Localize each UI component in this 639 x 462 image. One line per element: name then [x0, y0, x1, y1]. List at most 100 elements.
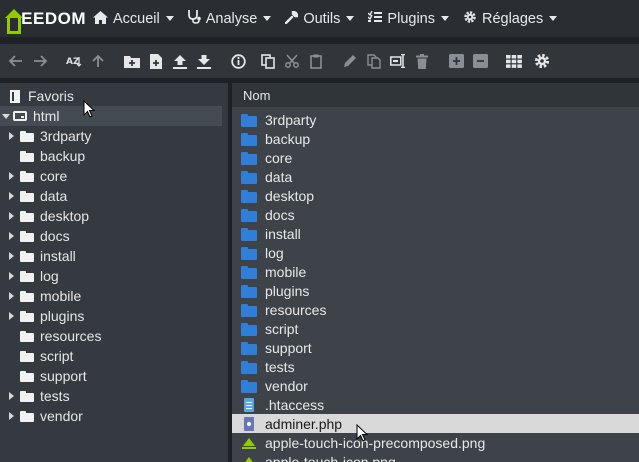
- nav-outils[interactable]: Outils: [278, 0, 361, 37]
- tree-item-folder[interactable]: backup: [9, 146, 85, 166]
- delete-button[interactable]: [410, 48, 434, 74]
- tree-item-folder[interactable]: script: [9, 346, 73, 366]
- rename-icon: [390, 54, 405, 68]
- cut-button[interactable]: [280, 48, 304, 74]
- tree-expand-toggle[interactable]: [9, 212, 14, 220]
- tree-item-label: 3rdparty: [40, 128, 92, 144]
- file-row[interactable]: 3rdparty: [232, 110, 639, 129]
- sort-button[interactable]: AZ: [62, 48, 86, 74]
- forward-button[interactable]: [28, 48, 52, 74]
- info-button[interactable]: [226, 48, 250, 74]
- file-row[interactable]: apple-touch-icon-precomposed.png: [232, 433, 639, 452]
- file-row[interactable]: support: [232, 338, 639, 357]
- tree-item-folder[interactable]: support: [9, 366, 87, 386]
- tree-item-html[interactable]: html: [0, 106, 222, 126]
- tree-expand-toggle[interactable]: [9, 192, 14, 200]
- tree-item-folder[interactable]: log: [9, 266, 59, 286]
- tree-item-folder[interactable]: data: [9, 186, 67, 206]
- tree-expand-toggle[interactable]: [9, 292, 14, 300]
- file-name: 3rdparty: [265, 111, 317, 128]
- folder-icon: [20, 230, 34, 242]
- tree-expand-toggle[interactable]: [9, 232, 14, 240]
- file-row[interactable]: plugins: [232, 281, 639, 300]
- chevron-down-icon: [440, 16, 449, 21]
- jeedom-logo[interactable]: EEDOM: [0, 0, 86, 37]
- file-row[interactable]: vendor: [232, 376, 639, 395]
- back-button[interactable]: [4, 48, 28, 74]
- file-row[interactable]: script: [232, 319, 639, 338]
- image-file-icon: [241, 455, 257, 462]
- archive-icon: [448, 54, 464, 68]
- folder-icon: [20, 190, 34, 202]
- nav-plugins-label: Plugins: [387, 10, 435, 27]
- image-file-icon: [241, 436, 257, 450]
- file-row[interactable]: resources: [232, 300, 639, 319]
- file-name: docs: [265, 206, 295, 223]
- tree-item-folder[interactable]: vendor: [9, 406, 83, 426]
- extract-button[interactable]: [468, 48, 492, 74]
- download-icon: [197, 54, 211, 69]
- file-row[interactable]: .htaccess: [232, 395, 639, 414]
- tree-expand-toggle[interactable]: [9, 272, 14, 280]
- nav-plugins[interactable]: Plugins: [361, 0, 456, 37]
- tree-expand-toggle[interactable]: [9, 412, 14, 420]
- file-row[interactable]: backup: [232, 129, 639, 148]
- tree-expand-toggle[interactable]: [9, 392, 14, 400]
- sort-az-icon: AZ: [66, 57, 82, 67]
- file-row[interactable]: install: [232, 224, 639, 243]
- file-row[interactable]: apple-touch-icon.png: [232, 452, 639, 462]
- rename-button[interactable]: [386, 48, 410, 74]
- tree-expand-toggle[interactable]: [9, 172, 14, 180]
- tree-item-folder[interactable]: install: [9, 246, 76, 266]
- column-header-name[interactable]: Nom: [232, 83, 639, 107]
- parent-folder-button[interactable]: [86, 48, 110, 74]
- download-button[interactable]: [192, 48, 216, 74]
- file-row[interactable]: mobile: [232, 262, 639, 281]
- file-row[interactable]: tests: [232, 357, 639, 376]
- file-row[interactable]: adminer.php: [232, 414, 639, 433]
- new-folder-button[interactable]: [120, 48, 144, 74]
- grid-view-button[interactable]: [502, 48, 526, 74]
- bookmark-icon: [10, 89, 20, 103]
- file-name: vendor: [265, 377, 308, 394]
- tree-expand-toggle[interactable]: [2, 113, 10, 119]
- tree-expand-toggle[interactable]: [9, 312, 14, 320]
- paste-button[interactable]: [304, 48, 328, 74]
- duplicate-button[interactable]: [362, 48, 386, 74]
- copy-button[interactable]: [256, 48, 280, 74]
- folder-icon: [20, 350, 34, 362]
- settings-button[interactable]: [530, 48, 554, 74]
- tree-item-favorites[interactable]: Favoris: [10, 86, 74, 106]
- column-header-label: Nom: [243, 87, 271, 103]
- tree-item-folder[interactable]: docs: [9, 226, 70, 246]
- file-row[interactable]: log: [232, 243, 639, 262]
- new-file-button[interactable]: [144, 48, 168, 74]
- file-row[interactable]: data: [232, 167, 639, 186]
- archive-button[interactable]: [444, 48, 468, 74]
- file-row[interactable]: core: [232, 148, 639, 167]
- file-row[interactable]: docs: [232, 205, 639, 224]
- tree-item-folder[interactable]: resources: [9, 326, 101, 346]
- folder-icon: [20, 250, 34, 262]
- nav-reglages[interactable]: Réglages: [456, 0, 564, 37]
- tree-item-folder[interactable]: core: [9, 166, 67, 186]
- tree-item-folder[interactable]: tests: [9, 386, 70, 406]
- nav-analyse[interactable]: Analyse: [181, 0, 279, 37]
- folder-icon: [20, 410, 34, 422]
- logo-text: EEDOM: [21, 9, 86, 28]
- tree-expand-toggle[interactable]: [9, 252, 14, 260]
- tree-item-label: core: [40, 168, 68, 184]
- tree-item-folder[interactable]: mobile: [9, 286, 81, 306]
- upload-button[interactable]: [168, 48, 192, 74]
- tree-item-folder[interactable]: 3rdparty: [9, 126, 91, 146]
- tree-item-folder[interactable]: desktop: [9, 206, 89, 226]
- nav-accueil[interactable]: Accueil: [86, 0, 181, 37]
- edit-button[interactable]: [338, 48, 362, 74]
- php-file-icon: [241, 416, 257, 431]
- file-row[interactable]: desktop: [232, 186, 639, 205]
- folder-icon: [241, 360, 257, 374]
- tree-item-folder[interactable]: plugins: [9, 306, 84, 326]
- tree-item-label: desktop: [40, 208, 90, 224]
- nav-menu: Accueil Analyse Outils Plugins Réglages: [86, 0, 564, 37]
- tree-expand-toggle[interactable]: [9, 132, 14, 140]
